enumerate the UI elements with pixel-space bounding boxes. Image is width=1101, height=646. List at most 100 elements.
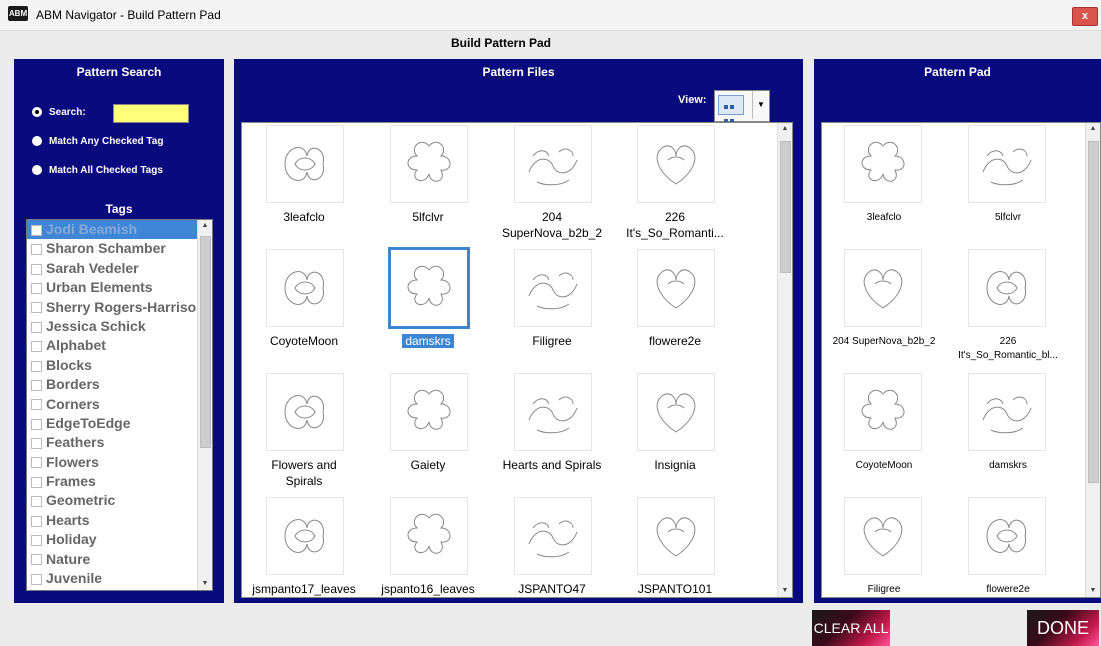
pad-pattern-item[interactable]: 3leafclo [822,123,946,247]
pattern-thumbnail[interactable] [968,249,1046,327]
done-button[interactable]: DONE [1027,610,1099,646]
tag-checkbox[interactable] [31,496,42,508]
pattern-file-item[interactable]: flowere2e [613,247,737,371]
match-all-radio[interactable] [32,165,42,176]
pattern-thumbnail[interactable] [390,125,468,203]
pattern-thumbnail[interactable] [844,497,922,575]
pad-pattern-item[interactable]: 204 SuperNova_b2b_2 [822,247,946,371]
pad-pattern-item[interactable]: flowere2e [946,495,1070,597]
tag-item[interactable]: Hearts [27,511,212,530]
pattern-pad-grid[interactable]: 3leafclo 5lfclvr 204 SuperNova_b2b_2 226 It'… [821,122,1101,598]
tag-checkbox[interactable] [31,244,42,256]
tag-item[interactable]: Sharon Schamber [27,239,212,258]
search-input[interactable] [113,104,189,123]
pad-pattern-item[interactable]: damskrs [946,371,1070,495]
scroll-down-icon[interactable]: ▼ [778,585,792,597]
match-any-option[interactable]: Match Any Checked Tag [32,136,163,147]
pattern-file-item[interactable]: jsmpanto17_leaves [242,495,366,597]
pattern-thumbnail[interactable] [514,249,592,327]
clear-all-button[interactable]: CLEAR ALL [812,610,890,646]
tag-item[interactable]: Holiday [27,530,212,549]
pattern-thumbnail[interactable] [266,125,344,203]
scroll-thumb[interactable] [780,141,791,273]
pattern-file-item[interactable]: jspanto16_leaves [366,495,490,597]
tag-item[interactable]: Blocks [27,356,212,375]
close-button[interactable]: x [1072,7,1098,26]
scroll-up-icon[interactable]: ▲ [1086,123,1100,135]
scroll-thumb[interactable] [200,236,211,448]
pattern-files-grid[interactable]: 3leafclo 5lfclvr 204 SuperNova_b2b_2 226 It's… [241,122,793,598]
pattern-thumbnail[interactable] [266,249,344,327]
tag-item[interactable]: Jodi Beamish [27,220,212,240]
pad-pattern-item[interactable]: CoyoteMoon [822,371,946,495]
pattern-thumbnail[interactable] [514,373,592,451]
pad-pattern-item[interactable]: 5lfclvr [946,123,1070,247]
tag-item[interactable]: Urban Elements [27,278,212,297]
scroll-thumb[interactable] [1088,141,1099,483]
pattern-thumbnail[interactable] [637,373,715,451]
pattern-thumbnail[interactable] [390,373,468,451]
pattern-thumbnail[interactable] [844,249,922,327]
tag-checkbox[interactable] [31,438,42,450]
tag-checkbox[interactable] [31,360,42,372]
pattern-file-item[interactable]: Gaiety [366,371,490,495]
pad-scrollbar[interactable]: ▲ ▼ [1085,123,1100,597]
match-all-option[interactable]: Match All Checked Tags [32,165,163,176]
pattern-file-item[interactable]: Flowers and Spirals [242,371,366,495]
tag-item[interactable]: Sarah Vedeler [27,259,212,278]
pattern-file-item[interactable]: JSPANTO101 [613,495,737,597]
pattern-thumbnail[interactable] [266,373,344,451]
pattern-thumbnail[interactable] [968,497,1046,575]
tag-checkbox[interactable] [31,515,42,527]
pattern-thumbnail[interactable] [637,249,715,327]
pattern-thumbnail[interactable] [968,373,1046,451]
pad-pattern-item[interactable]: Filigree [822,495,946,597]
tags-list[interactable]: Jodi Beamish Sharon Schamber Sarah Vedeler… [26,219,213,591]
tag-checkbox[interactable] [31,399,42,411]
pattern-file-item[interactable]: Filigree [490,247,614,371]
tag-item[interactable]: Borders [27,375,212,394]
scroll-down-icon[interactable]: ▼ [1086,585,1100,597]
view-dropdown[interactable]: ▼ [714,90,770,137]
tags-scrollbar[interactable]: ▲ ▼ [197,220,212,590]
pattern-file-item[interactable]: Hearts and Spirals [490,371,614,495]
pattern-thumbnail[interactable] [637,125,715,203]
pattern-thumbnail[interactable] [514,125,592,203]
files-scrollbar[interactable]: ▲ ▼ [777,123,792,597]
pad-pattern-item[interactable]: 226 It's_So_Romantic_bl... [946,247,1070,371]
tag-checkbox[interactable] [31,321,42,333]
tag-item[interactable]: Feathers [27,433,212,452]
tag-item[interactable]: Frames [27,472,212,491]
scroll-up-icon[interactable]: ▲ [778,123,792,135]
tag-item[interactable]: Sherry Rogers-Harrison [27,298,212,317]
pattern-thumbnail[interactable] [968,125,1046,203]
match-any-radio[interactable] [32,136,42,147]
search-radio[interactable] [32,107,42,118]
pattern-file-item[interactable]: 204 SuperNova_b2b_2 [490,123,614,247]
tag-checkbox[interactable] [31,418,42,430]
tag-item[interactable]: Geometric [27,491,212,510]
pattern-thumbnail[interactable] [388,247,470,329]
tag-item[interactable]: Alphabet [27,336,212,355]
pattern-file-item[interactable]: JSPANTO47 [490,495,614,597]
pattern-thumbnail[interactable] [266,497,344,575]
pattern-file-item[interactable]: 226 It's_So_Romanti... [613,123,737,247]
pattern-thumbnail[interactable] [637,497,715,575]
pattern-thumbnail[interactable] [514,497,592,575]
tag-checkbox[interactable] [31,476,42,488]
tag-checkbox[interactable] [31,282,42,294]
tag-checkbox[interactable] [31,573,42,585]
tag-checkbox[interactable] [31,341,42,353]
chevron-down-icon[interactable]: ▼ [752,91,769,119]
pattern-thumbnail[interactable] [390,497,468,575]
tag-checkbox[interactable] [31,535,42,547]
scroll-down-icon[interactable]: ▼ [198,578,212,590]
tag-item[interactable]: Corners [27,395,212,414]
search-option[interactable]: Search: [32,107,86,118]
pattern-thumbnail[interactable] [844,125,922,203]
tag-item[interactable]: Jessica Schick [27,317,212,336]
pattern-file-item[interactable]: 3leafclo [242,123,366,247]
pattern-file-item[interactable]: Insignia [613,371,737,495]
tag-checkbox[interactable] [31,302,42,314]
pattern-thumbnail[interactable] [844,373,922,451]
